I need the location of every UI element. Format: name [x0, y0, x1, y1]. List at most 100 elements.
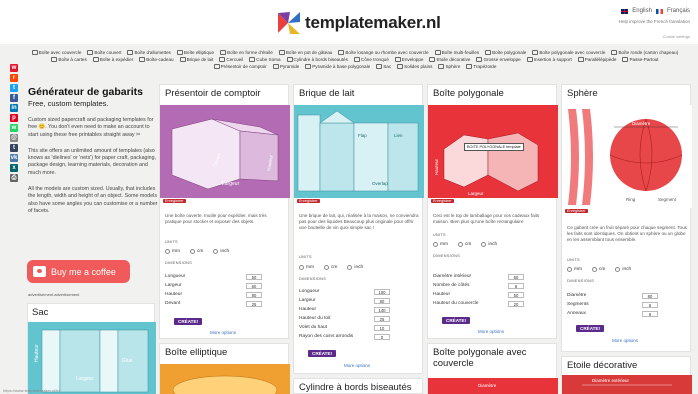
- register-badge[interactable]: Enregistrer: [163, 199, 186, 203]
- dimension-input[interactable]: 50: [246, 274, 262, 280]
- units-radio-group[interactable]: mm cm inch: [433, 242, 497, 247]
- whatsapp-icon[interactable]: w: [10, 124, 18, 132]
- register-badge[interactable]: Enregistrer: [431, 199, 454, 203]
- nav-item[interactable]: Enveloppe: [394, 57, 423, 62]
- print-icon[interactable]: ⎙: [10, 174, 18, 182]
- radio-icon[interactable]: [324, 265, 329, 270]
- register-badge[interactable]: Enregistrer: [297, 199, 320, 203]
- unit-cm[interactable]: cm: [190, 249, 203, 254]
- translation-help-link[interactable]: Help improve the French translation: [619, 19, 690, 24]
- nav-item[interactable]: Solides plains: [397, 64, 432, 69]
- unit-inch[interactable]: inch: [615, 267, 631, 272]
- card-title[interactable]: Cylindre à bords biseautés: [299, 382, 411, 393]
- units-radio-group[interactable]: mm cm inch: [567, 267, 631, 272]
- card-title[interactable]: Brique de lait: [299, 88, 354, 99]
- unit-cm[interactable]: cm: [592, 267, 605, 272]
- create-button[interactable]: CRÉATE!: [576, 325, 605, 332]
- lang-fr-link[interactable]: Français: [667, 8, 690, 14]
- more-options-link[interactable]: More options: [344, 363, 370, 368]
- etoile-thumbnail[interactable]: Diamètre extérieur: [562, 375, 692, 394]
- dimension-input[interactable]: 80: [246, 292, 262, 298]
- unit-cm[interactable]: cm: [458, 242, 471, 247]
- radio-icon[interactable]: [592, 267, 597, 272]
- nav-item[interactable]: Boîte polygonale avec couvercle: [532, 50, 605, 55]
- dimension-input[interactable]: 25: [246, 301, 262, 307]
- dimension-input[interactable]: 60: [246, 283, 262, 289]
- register-badge[interactable]: Enregistrer: [565, 209, 588, 213]
- twitter-icon[interactable]: t: [10, 84, 18, 92]
- nav-item[interactable]: Boîte-cadeau: [139, 57, 174, 62]
- card-brique-de-lait[interactable]: Brique de lait Flap Lien Overlap Enregis…: [293, 84, 424, 374]
- card-title[interactable]: Présentoir de comptoir: [165, 88, 261, 99]
- nav-item[interactable]: Brique de lait: [179, 57, 213, 62]
- vk-icon[interactable]: vk: [10, 154, 18, 162]
- nav-item[interactable]: Boîte polygonale: [485, 50, 526, 55]
- sac-thumbnail[interactable]: Hauteur Largeur Glue: [28, 322, 156, 394]
- create-button[interactable]: CRÉATE!: [308, 350, 337, 357]
- nav-item[interactable]: Boîte elliptique: [176, 50, 214, 55]
- card-elliptique[interactable]: Boîte elliptique: [159, 343, 290, 394]
- dimension-input[interactable]: 100: [374, 289, 390, 295]
- email-icon[interactable]: @: [10, 134, 18, 142]
- unit-mm[interactable]: mm: [567, 267, 582, 272]
- polycouv-thumbnail[interactable]: Diamètre: [428, 378, 558, 394]
- unit-inch[interactable]: inch: [213, 249, 229, 254]
- nav-item[interactable]: Pyramide: [272, 64, 299, 69]
- nav-item[interactable]: Boîte à expédier: [92, 57, 133, 62]
- radio-icon[interactable]: [481, 242, 487, 247]
- nav-item[interactable]: Boîte en forme d'étoile: [220, 50, 273, 55]
- card-title[interactable]: Sphère: [567, 88, 598, 99]
- card-title[interactable]: Boîte polygonale: [433, 88, 504, 99]
- unit-cm[interactable]: cm: [324, 265, 337, 270]
- buy-coffee-button[interactable]: Buy me a coffee: [27, 260, 130, 283]
- polygonale-thumbnail[interactable]: Largeur Hauteur: [428, 105, 558, 198]
- nav-item[interactable]: Trapézoïde: [466, 64, 496, 69]
- nav-item[interactable]: Passe-Partout: [622, 57, 659, 62]
- more-options-link[interactable]: More options: [478, 329, 504, 334]
- dimension-input[interactable]: 25: [374, 316, 390, 322]
- radio-icon[interactable]: [213, 249, 219, 254]
- radio-icon[interactable]: [615, 267, 621, 272]
- nav-item[interactable]: Boîte multi-feuilles: [434, 50, 479, 55]
- dimension-input[interactable]: 6: [642, 311, 658, 317]
- card-sac[interactable]: Sac Hauteur Largeur Glue: [27, 303, 156, 394]
- units-radio-group[interactable]: mm cm inch: [165, 249, 229, 254]
- linkedin-icon[interactable]: in: [10, 104, 18, 112]
- radio-icon[interactable]: [567, 267, 572, 272]
- dimension-input[interactable]: 10: [374, 325, 390, 331]
- units-radio-group[interactable]: mm cm inch: [299, 265, 363, 270]
- nav-item[interactable]: Boîte d'allumettes: [127, 50, 171, 55]
- dimension-input[interactable]: 60: [508, 274, 524, 280]
- radio-icon[interactable]: [458, 242, 463, 247]
- more-options-link[interactable]: More options: [612, 338, 638, 343]
- nav-item[interactable]: Grosse enveloppe: [476, 57, 521, 62]
- lang-en-link[interactable]: English: [632, 8, 652, 14]
- nav-item[interactable]: Cube Soma: [249, 57, 281, 62]
- xing-icon[interactable]: x: [10, 164, 18, 172]
- facebook-icon[interactable]: f: [10, 94, 18, 102]
- create-button[interactable]: CRÉATE!: [174, 318, 203, 325]
- language-switcher[interactable]: English Français: [621, 8, 690, 14]
- nav-item[interactable]: Boîte couvert: [87, 50, 121, 55]
- dimension-input[interactable]: 140: [374, 307, 390, 313]
- create-button[interactable]: CRÉATE!: [442, 317, 471, 324]
- pinterest-icon[interactable]: p: [10, 114, 18, 122]
- card-title[interactable]: Boîte polygonale avec couvercle: [433, 347, 555, 369]
- reddit-icon[interactable]: r: [10, 74, 18, 82]
- nav-item[interactable]: Insertion à support: [526, 57, 572, 62]
- card-polygonale[interactable]: Boîte polygonale Largeur Hauteur BOITE P…: [427, 84, 558, 339]
- dimension-input[interactable]: 80: [374, 298, 390, 304]
- nav-item[interactable]: Boîte losange ou rhombe avec couvercle: [338, 50, 429, 55]
- dimension-input[interactable]: 50: [508, 292, 524, 298]
- nav-item[interactable]: Parallélépipède: [577, 57, 616, 62]
- nav-item[interactable]: Boîte en pot de gâteau: [278, 50, 332, 55]
- more-options-link[interactable]: More options: [210, 330, 236, 335]
- cookie-settings-link[interactable]: Cookie settings: [663, 34, 690, 39]
- weibo-icon[interactable]: w: [10, 64, 18, 72]
- card-sphere[interactable]: Sphère Diamètre Ring Segment Enregistrer…: [561, 84, 692, 352]
- card-presentoir[interactable]: Présentoir de comptoir Devant Largeur Ha…: [159, 84, 290, 339]
- dimension-input[interactable]: 6: [508, 283, 524, 289]
- radio-icon[interactable]: [165, 249, 170, 254]
- dimension-input[interactable]: 0: [374, 334, 390, 340]
- dimension-input[interactable]: 80: [642, 293, 658, 299]
